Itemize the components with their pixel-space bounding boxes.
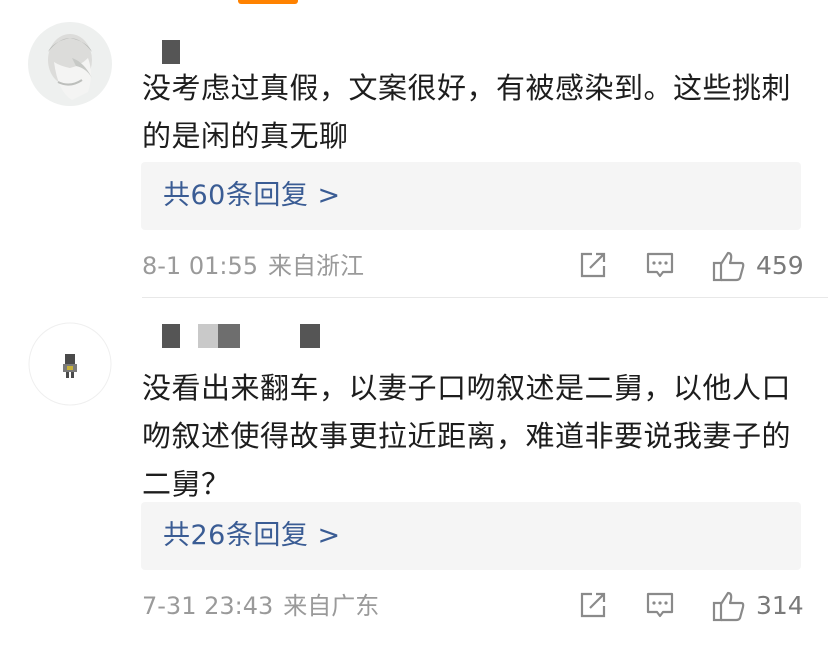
comment-item: 没考虑过真假，文案很好，有被感染到。这些挑刺的是闲的真无聊 共60条回复 > 8… [0,0,828,300]
avatar[interactable] [28,322,112,406]
location: 来自浙江 [268,252,364,280]
replies-count-label: 共26条回复 > [163,520,341,551]
comment-item: 没看出来翻车，以妻子口吻叙述是二舅，以他人口吻叙述使得故事更拉近距离，难道非要说… [0,300,828,648]
comment-icon[interactable] [645,590,675,622]
comment-text: 没看出来翻车，以妻子口吻叙述是二舅，以他人口吻叙述使得故事更拉近距离，难道非要说… [142,371,792,501]
view-replies-button[interactable]: 共26条回复 > [141,502,801,570]
location: 来自广东 [283,592,380,620]
view-replies-button[interactable]: 共60条回复 > [141,162,801,230]
thumbs-up-icon[interactable] [712,590,746,622]
timestamp: 7-31 23:43 来自广东 [142,592,380,620]
comment-text: 没考虑过真假，文案很好，有被感染到。这些挑刺的是闲的真无聊 [142,71,792,153]
comment-meta: 8-1 01:55 来自浙江 459 [142,246,804,286]
comment-feed: 没考虑过真假，文案很好，有被感染到。这些挑刺的是闲的真无聊 共60条回复 > 8… [0,0,828,648]
comment-icon[interactable] [645,250,675,282]
like-count: 314 [756,591,804,620]
thumbs-up-icon[interactable] [712,250,746,282]
comment-meta: 7-31 23:43 来自广东 314 [142,586,804,626]
share-icon[interactable] [578,590,608,622]
replies-count-label: 共60条回复 > [163,180,341,211]
timestamp: 8-1 01:55 来自浙江 [142,252,364,280]
like-count: 459 [756,251,804,280]
divider [142,297,828,298]
share-icon[interactable] [578,250,608,282]
avatar[interactable] [28,22,112,106]
